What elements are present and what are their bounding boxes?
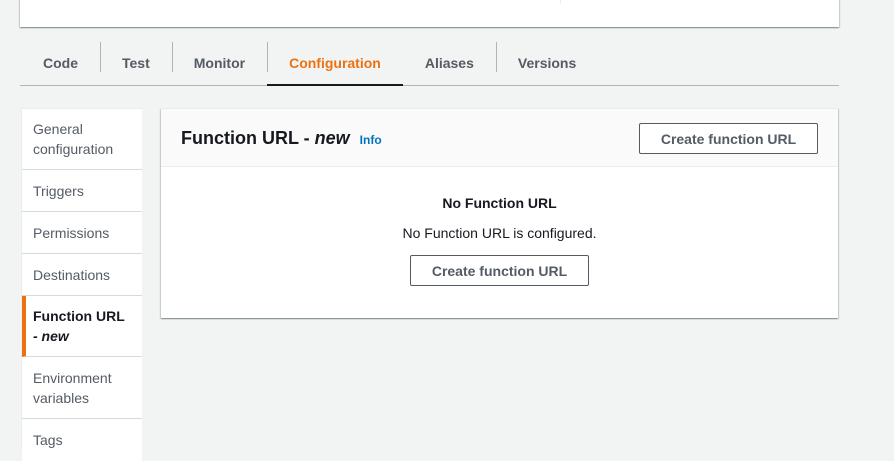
tab-configuration[interactable]: Configuration xyxy=(267,40,403,86)
create-function-url-button[interactable]: Create function URL xyxy=(639,123,818,154)
sidebar-item-label: Permissions xyxy=(33,224,110,241)
panel-header: Function URL - new Info Create function … xyxy=(161,109,838,167)
function-url-panel: Function URL - new Info Create function … xyxy=(161,108,838,318)
empty-state-title: No Function URL xyxy=(442,195,557,211)
new-badge: - new xyxy=(33,328,69,344)
sidebar-item-general-configuration[interactable]: General configuration xyxy=(22,109,142,170)
sidebar-item-function-url[interactable]: Function URL - new xyxy=(22,296,142,357)
config-sidebar: General configuration Triggers Permissio… xyxy=(21,108,142,461)
tab-test[interactable]: Test xyxy=(100,40,172,85)
tab-bar: Code Test Monitor Configuration Aliases … xyxy=(20,40,839,86)
empty-state-description: No Function URL is configured. xyxy=(402,225,597,241)
tab-monitor[interactable]: Monitor xyxy=(171,40,267,85)
panel-title: Function URL - new Info xyxy=(181,128,382,149)
function-url-label: Function URL xyxy=(33,308,125,324)
tab-code[interactable]: Code xyxy=(20,40,100,85)
tab-versions[interactable]: Versions xyxy=(495,40,598,85)
sidebar-item-label: General configuration xyxy=(33,121,114,157)
top-card xyxy=(20,0,839,27)
sidebar-item-label: Environment variables xyxy=(33,369,112,406)
sidebar-item-label: Tags xyxy=(33,432,63,448)
panel-title-new: new xyxy=(314,128,350,148)
sidebar-item-tags[interactable]: Tags xyxy=(22,419,142,461)
info-link[interactable]: Info xyxy=(360,133,382,147)
sidebar-item-label: Destinations xyxy=(33,266,111,283)
empty-state-create-button[interactable]: Create function URL xyxy=(410,255,589,286)
card-divider xyxy=(560,0,561,4)
sidebar-item-environment-variables[interactable]: Environment variables xyxy=(22,357,142,419)
sidebar-item-permissions[interactable]: Permissions xyxy=(22,212,142,254)
sidebar-item-triggers[interactable]: Triggers xyxy=(22,170,142,212)
panel-title-text: Function URL - xyxy=(181,128,310,148)
tab-aliases[interactable]: Aliases xyxy=(403,40,496,85)
sidebar-item-label: Function URL - new xyxy=(33,306,125,346)
sidebar-item-destinations[interactable]: Destinations xyxy=(22,254,142,296)
sidebar-item-label: Triggers xyxy=(33,182,84,199)
